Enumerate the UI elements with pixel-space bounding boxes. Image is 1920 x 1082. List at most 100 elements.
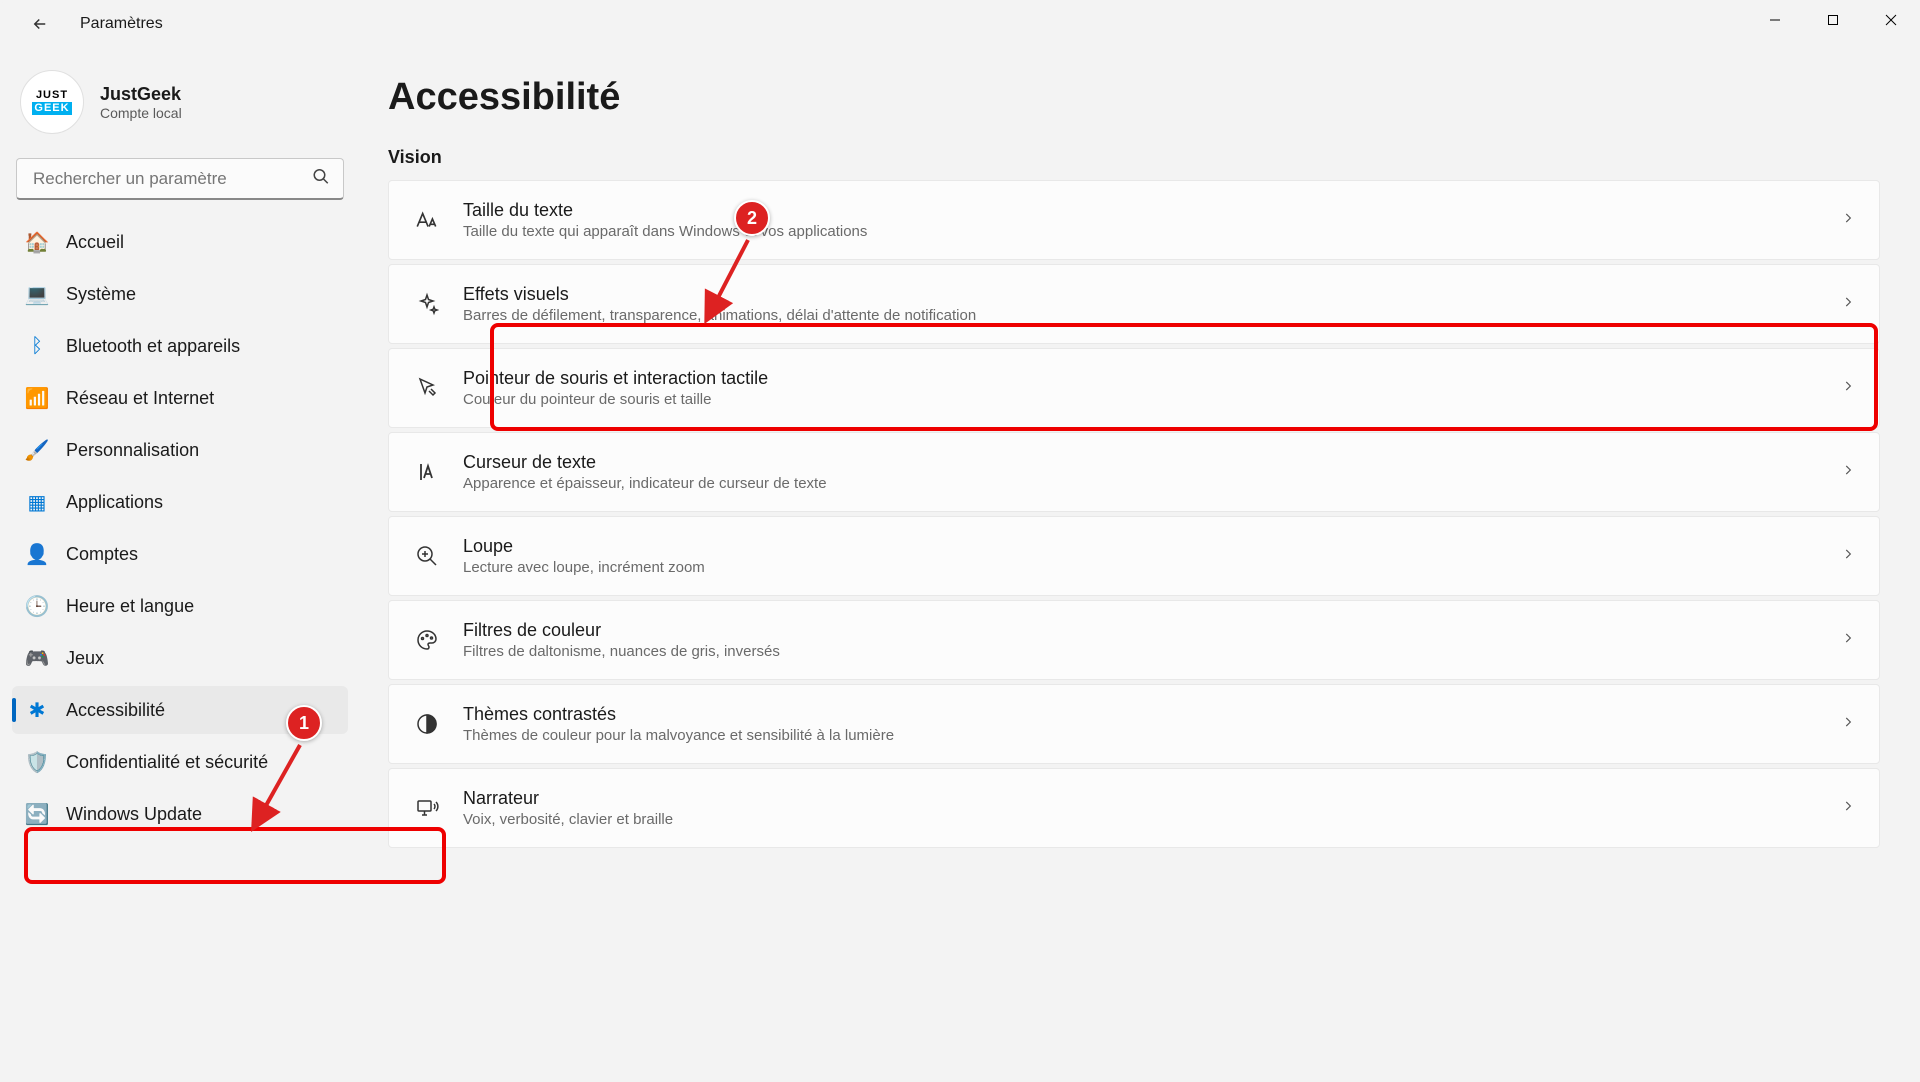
close-button[interactable] bbox=[1862, 0, 1920, 40]
sidebar-item-bluetooth[interactable]: ᛒ Bluetooth et appareils bbox=[12, 322, 348, 370]
gaming-icon: 🎮 bbox=[26, 647, 48, 669]
sidebar-item-network[interactable]: 📶 Réseau et Internet bbox=[12, 374, 348, 422]
back-button[interactable] bbox=[20, 4, 60, 44]
privacy-icon: 🛡️ bbox=[26, 751, 48, 773]
chevron-right-icon bbox=[1841, 463, 1855, 482]
card-subtitle: Couleur du pointeur de souris et taille bbox=[463, 391, 1819, 408]
card-title: Pointeur de souris et interaction tactil… bbox=[463, 368, 1819, 389]
sidebar-item-label: Heure et langue bbox=[66, 596, 194, 617]
card-title: Curseur de texte bbox=[463, 452, 1819, 473]
avatar-text-bottom: GEEK bbox=[32, 102, 71, 115]
sidebar-item-time[interactable]: 🕒 Heure et langue bbox=[12, 582, 348, 630]
main-content: Accessibilité Vision Taille du texteTail… bbox=[360, 48, 1920, 1082]
search-icon bbox=[312, 168, 330, 191]
sidebar-item-label: Confidentialité et sécurité bbox=[66, 752, 268, 773]
profile-sub: Compte local bbox=[100, 105, 182, 121]
card-title: Narrateur bbox=[463, 788, 1819, 809]
network-icon: 📶 bbox=[26, 387, 48, 409]
avatar: JUST GEEK bbox=[20, 70, 84, 134]
card-text-size[interactable]: Taille du texte Taille du texte qui appar… bbox=[388, 180, 1880, 260]
card-mouse-pointer[interactable]: Pointeur de souris et interaction tactil… bbox=[388, 348, 1880, 428]
profile-name: JustGeek bbox=[100, 84, 182, 105]
sidebar-item-gaming[interactable]: 🎮 Jeux bbox=[12, 634, 348, 682]
sidebar-item-system[interactable]: 💻 Système bbox=[12, 270, 348, 318]
card-narrator[interactable]: Narrateur Voix, verbosité, clavier et bra… bbox=[388, 768, 1880, 848]
sidebar: JUST GEEK JustGeek Compte local 🏠 Accueil… bbox=[0, 48, 360, 1082]
narrator-icon bbox=[413, 794, 441, 822]
mouse-pointer-icon bbox=[413, 374, 441, 402]
sidebar-item-label: Jeux bbox=[66, 648, 104, 669]
maximize-button[interactable] bbox=[1804, 0, 1862, 40]
color-filters-icon bbox=[413, 626, 441, 654]
card-visual-effects[interactable]: Effets visuels Barres de défilement, tran… bbox=[388, 264, 1880, 344]
chevron-right-icon bbox=[1841, 799, 1855, 818]
sidebar-item-label: Réseau et Internet bbox=[66, 388, 214, 409]
sidebar-item-label: Windows Update bbox=[66, 804, 202, 825]
text-size-icon bbox=[413, 206, 441, 234]
annotation-badge-1-text: 1 bbox=[299, 713, 309, 734]
card-color-filters[interactable]: Filtres de couleur Filtres de daltonisme,… bbox=[388, 600, 1880, 680]
sidebar-item-apps[interactable]: ▦ Applications bbox=[12, 478, 348, 526]
titlebar: Paramètres bbox=[0, 0, 1920, 48]
magnifier-icon bbox=[413, 542, 441, 570]
apps-icon: ▦ bbox=[26, 491, 48, 513]
sidebar-item-label: Système bbox=[66, 284, 136, 305]
card-subtitle: Filtres de daltonisme, nuances de gris, … bbox=[463, 643, 1819, 660]
chevron-right-icon bbox=[1841, 295, 1855, 314]
card-subtitle: Voix, verbosité, clavier et braille bbox=[463, 811, 1819, 828]
sidebar-item-home[interactable]: 🏠 Accueil bbox=[12, 218, 348, 266]
nav-list: 🏠 Accueil 💻 Système ᛒ Bluetooth et appareils 📶… bbox=[12, 218, 348, 838]
bluetooth-icon: ᛒ bbox=[26, 335, 48, 357]
card-title: Effets visuels bbox=[463, 284, 1819, 305]
minimize-button[interactable] bbox=[1746, 0, 1804, 40]
card-subtitle: Lecture avec loupe, incrément zoom bbox=[463, 559, 1819, 576]
sidebar-item-label: Applications bbox=[66, 492, 163, 513]
card-subtitle: Apparence et épaisseur, indicateur de cu… bbox=[463, 475, 1819, 492]
search-input[interactable] bbox=[16, 158, 344, 200]
profile-block[interactable]: JUST GEEK JustGeek Compte local bbox=[12, 58, 348, 154]
card-magnifier[interactable]: Loupe Lecture avec loupe, incrément zoom bbox=[388, 516, 1880, 596]
chevron-right-icon bbox=[1841, 715, 1855, 734]
sidebar-item-label: Personnalisation bbox=[66, 440, 199, 461]
card-subtitle: Taille du texte qui apparaît dans Window… bbox=[463, 223, 1819, 240]
accessibility-icon: ✱ bbox=[26, 699, 48, 721]
card-text-cursor[interactable]: Curseur de texte Apparence et épaisseur, … bbox=[388, 432, 1880, 512]
sidebar-item-accounts[interactable]: 👤 Comptes bbox=[12, 530, 348, 578]
sidebar-item-label: Bluetooth et appareils bbox=[66, 336, 240, 357]
card-title: Thèmes contrastés bbox=[463, 704, 1819, 725]
accounts-icon: 👤 bbox=[26, 543, 48, 565]
chevron-right-icon bbox=[1841, 547, 1855, 566]
annotation-badge-1: 1 bbox=[286, 705, 322, 741]
app-title: Paramètres bbox=[80, 15, 163, 33]
section-title: Vision bbox=[388, 147, 1880, 168]
chevron-right-icon bbox=[1841, 211, 1855, 230]
window-controls bbox=[1746, 0, 1920, 40]
visual-effects-icon bbox=[413, 290, 441, 318]
page-title: Accessibilité bbox=[388, 76, 1880, 119]
card-contrast[interactable]: Thèmes contrastés Thèmes de couleur pour … bbox=[388, 684, 1880, 764]
annotation-badge-2: 2 bbox=[734, 200, 770, 236]
card-title: Loupe bbox=[463, 536, 1819, 557]
personalization-icon: 🖌️ bbox=[26, 439, 48, 461]
sidebar-item-privacy[interactable]: 🛡️ Confidentialité et sécurité bbox=[12, 738, 348, 786]
text-cursor-icon bbox=[413, 458, 441, 486]
home-icon: 🏠 bbox=[26, 231, 48, 253]
update-icon: 🔄 bbox=[26, 803, 48, 825]
sidebar-item-label: Accessibilité bbox=[66, 700, 165, 721]
search-box bbox=[16, 158, 344, 200]
settings-card-list: Taille du texte Taille du texte qui appar… bbox=[388, 180, 1880, 848]
sidebar-item-update[interactable]: 🔄 Windows Update bbox=[12, 790, 348, 838]
card-subtitle: Thèmes de couleur pour la malvoyance et … bbox=[463, 727, 1819, 744]
contrast-icon bbox=[413, 710, 441, 738]
sidebar-item-label: Comptes bbox=[66, 544, 138, 565]
time-icon: 🕒 bbox=[26, 595, 48, 617]
card-subtitle: Barres de défilement, transparence, anim… bbox=[463, 307, 1819, 324]
avatar-text-top: JUST bbox=[36, 90, 68, 101]
sidebar-item-label: Accueil bbox=[66, 232, 124, 253]
card-title: Taille du texte bbox=[463, 200, 1819, 221]
sidebar-item-personalization[interactable]: 🖌️ Personnalisation bbox=[12, 426, 348, 474]
chevron-right-icon bbox=[1841, 379, 1855, 398]
card-title: Filtres de couleur bbox=[463, 620, 1819, 641]
system-icon: 💻 bbox=[26, 283, 48, 305]
annotation-badge-2-text: 2 bbox=[747, 208, 757, 229]
